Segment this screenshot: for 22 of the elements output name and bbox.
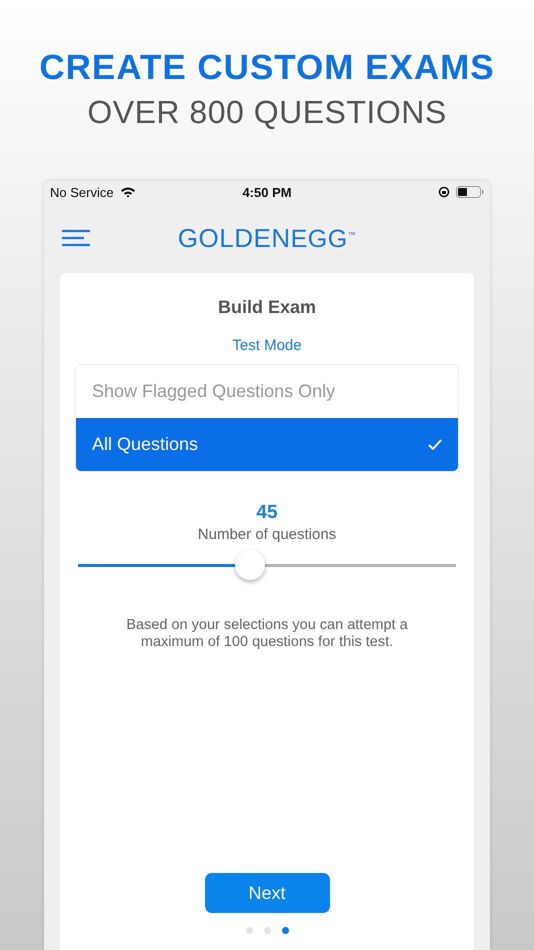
battery-icon	[456, 186, 484, 198]
card-title: Build Exam	[218, 297, 316, 318]
subheadline: OVER 800 QUESTIONS	[87, 94, 447, 131]
question-count: 45	[256, 502, 278, 524]
status-time: 4:50 PM	[242, 184, 292, 200]
page-dot[interactable]	[246, 927, 252, 934]
page-dot[interactable]	[264, 927, 270, 934]
logo: GOLDENEGG$^{™}$	[178, 222, 356, 254]
page-dot[interactable]	[282, 927, 288, 934]
count-label: Number of questions	[198, 526, 336, 543]
info-text: Based on your selections you can attempt a maximum of 100 questions for this test.	[125, 617, 409, 651]
menu-icon[interactable]	[62, 229, 90, 247]
question-option[interactable]: All Questions	[76, 418, 458, 471]
check-icon	[428, 439, 442, 450]
carrier-text: No Service	[50, 184, 114, 200]
slider-thumb[interactable]	[235, 550, 266, 580]
next-button[interactable]: Next	[204, 873, 330, 913]
headline: CREATE CUSTOM EXAMS	[39, 48, 495, 88]
rotation-lock-icon	[438, 186, 450, 198]
question-slider[interactable]	[78, 549, 456, 581]
mode-link[interactable]: Test Mode	[232, 337, 302, 354]
wifi-icon	[120, 186, 136, 198]
